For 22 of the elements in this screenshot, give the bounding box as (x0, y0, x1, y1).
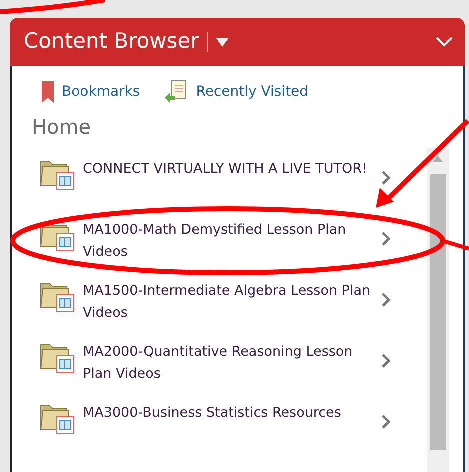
nav-link[interactable]: Bookmarks (62, 82, 140, 102)
folder-link[interactable]: MA2000-Quantitative Reasoning Lesson Plan Videos (83, 341, 373, 385)
chevron-right-icon[interactable] (381, 414, 391, 430)
folder-link[interactable]: MA1500-Intermediate Algebra Lesson Plan Videos (83, 280, 373, 324)
chevron-right-icon[interactable] (381, 292, 391, 308)
chevron-right-icon[interactable] (381, 353, 391, 369)
recent-document-icon (164, 80, 188, 104)
section-heading: Home (31, 114, 92, 141)
dropdown-triangle-icon[interactable] (216, 38, 230, 46)
chevron-right-icon[interactable] (381, 231, 391, 247)
annotation-line (442, 239, 469, 251)
scroll-up-icon[interactable] (433, 156, 443, 162)
scrollbar-thumb[interactable] (430, 174, 446, 450)
bookmark-icon (42, 81, 54, 103)
folder-link[interactable]: MA1000-Math Demystified Lesson Plan Videos (83, 219, 373, 263)
nav-link[interactable]: Recently Visited (196, 82, 309, 102)
chevron-down-icon[interactable] (436, 37, 453, 47)
folder-link[interactable]: CONNECT VIRTUALLY WITH A LIVE TUTOR! (83, 158, 373, 180)
scrollbar[interactable] (427, 148, 449, 472)
panel-title: Content Browser (24, 28, 200, 56)
chevron-right-icon[interactable] (381, 170, 391, 186)
folder-link[interactable]: MA3000-Business Statistics Resources (83, 402, 373, 424)
